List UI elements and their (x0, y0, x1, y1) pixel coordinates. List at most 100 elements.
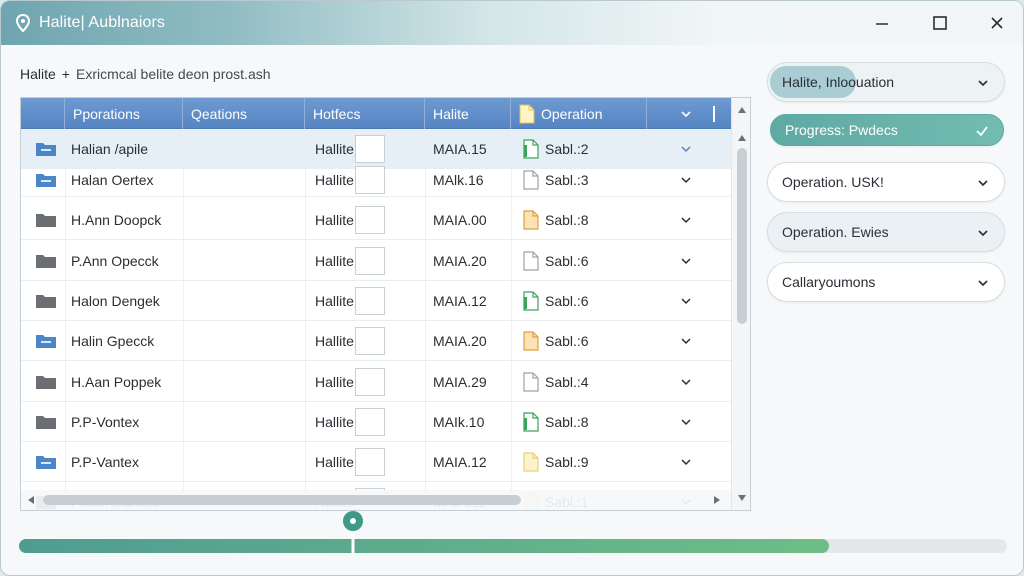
vertical-scroll-thumb[interactable] (737, 148, 747, 324)
chevron-down-icon (978, 80, 988, 87)
column-header-operation[interactable]: Operation (511, 98, 647, 129)
title-bar[interactable]: Halite| Aublnaiors (1, 1, 1023, 45)
column-header-halite[interactable]: Halite (425, 98, 511, 129)
breadcrumb-separator: + (61, 66, 70, 82)
document-icon (523, 452, 539, 472)
row-operation: Sabl.:3 (545, 172, 589, 188)
column-header-actions[interactable] (647, 98, 731, 129)
table-row[interactable]: Halon Dengek Hallite MAIA.12 Sabl.:6 (21, 281, 731, 321)
row-checkbox[interactable] (355, 247, 385, 275)
chevron-down-icon[interactable] (679, 415, 693, 429)
operation-usk-label: Operation. USK! (782, 174, 884, 190)
row-code: MAIA.12 (433, 454, 487, 470)
progress-dropdown-label: Progress: Pwdecs (785, 122, 898, 138)
folder-icon (36, 255, 56, 268)
document-icon (523, 210, 539, 230)
progress-bar[interactable] (19, 539, 1007, 553)
close-icon (991, 17, 1003, 29)
row-checkbox[interactable] (355, 327, 385, 355)
header-select-cell[interactable] (21, 98, 65, 129)
maximize-button[interactable] (925, 9, 955, 37)
column-header-pporations[interactable]: Pporations (65, 98, 183, 129)
document-icon (523, 412, 539, 432)
row-code: MAIk.10 (433, 414, 485, 430)
row-code: MAIA.20 (433, 253, 487, 269)
horizontal-scroll-thumb[interactable] (43, 495, 521, 505)
chevron-down-icon[interactable] (679, 455, 693, 469)
table-body: Halian /apile Hallite MAIA.15 Sabl.:2 Halan … (21, 129, 731, 510)
info-dropdown[interactable]: Halite, Inloouation (767, 62, 1005, 102)
chevron-down-icon[interactable] (679, 294, 693, 308)
row-checkbox[interactable] (355, 166, 385, 194)
row-operation: Sabl.:8 (545, 212, 589, 228)
chevron-down-icon[interactable] (679, 334, 693, 348)
table-row[interactable]: P.Ann Opecck Hallite MAIA.20 Sabl.:6 (21, 241, 731, 281)
operation-usk-dropdown[interactable]: Operation. USK! (767, 162, 1005, 202)
row-hallite: Hallite (315, 374, 354, 390)
location-pin-icon (15, 13, 31, 33)
minimize-icon (876, 23, 888, 25)
folder-icon (36, 295, 56, 308)
close-button[interactable] (982, 9, 1012, 37)
row-hallite: Hallite (315, 454, 354, 470)
document-icon (523, 251, 539, 271)
scroll-up-icon (738, 135, 746, 141)
scroll-right-icon (714, 496, 720, 504)
row-hallite: Hallite (315, 333, 354, 349)
document-icon (519, 104, 535, 123)
document-icon (523, 170, 539, 190)
column-header-qeations[interactable]: Qeations (183, 98, 305, 129)
row-hallite: Hallite (315, 293, 354, 309)
row-checkbox[interactable] (355, 368, 385, 396)
table-row[interactable]: Halin Gpecck Hallite MAIA.20 Sabl.:6 (21, 321, 731, 361)
callaryoumons-label: Callaryoumons (782, 274, 876, 290)
folder-icon (36, 456, 56, 469)
row-code: MAIA.12 (433, 293, 487, 309)
data-table: Pporations Qeations Hotfecs Halite Opera… (20, 97, 751, 511)
chevron-down-icon[interactable] (679, 142, 693, 156)
table-row[interactable]: Halan Oertex Hallite MAlk.16 Sabl.:3 (21, 163, 731, 197)
chevron-down-icon[interactable] (679, 375, 693, 389)
chevron-down-icon[interactable] (679, 173, 693, 187)
checkmark-icon (976, 126, 988, 137)
row-operation: Sabl.:9 (545, 454, 589, 470)
callaryoumons-dropdown[interactable]: Callaryoumons (767, 262, 1005, 302)
row-checkbox[interactable] (355, 448, 385, 476)
row-checkbox[interactable] (355, 287, 385, 315)
document-icon (523, 139, 539, 159)
row-checkbox[interactable] (355, 408, 385, 436)
map-pin-icon[interactable] (341, 509, 365, 553)
row-checkbox[interactable] (355, 135, 385, 163)
operation-envies-label: Operation. Ewies (782, 224, 889, 240)
table-row[interactable]: H.Ann Doopck Hallite MAIA.00 Sabl.:8 (21, 200, 731, 240)
chevron-down-icon (978, 180, 988, 187)
breadcrumb-root[interactable]: Halite (20, 66, 56, 82)
horizontal-scrollbar[interactable] (21, 490, 731, 510)
minimize-button[interactable] (867, 9, 897, 37)
row-hallite: Hallite (315, 172, 354, 188)
operation-envies-dropdown[interactable]: Operation. Ewies (767, 212, 1005, 252)
column-divider-icon (713, 105, 715, 122)
breadcrumb-description: Exricmcal belite deon prost.ash (75, 66, 271, 82)
table-row[interactable]: H.Aan Poppek Hallite MAIA.29 Sabl.:4 (21, 362, 731, 402)
row-operation: Sabl.:6 (545, 293, 589, 309)
row-code: MAIA.29 (433, 374, 487, 390)
row-name: H.Ann Doopck (71, 212, 162, 228)
row-code: MAIA.00 (433, 212, 487, 228)
document-icon (523, 331, 539, 351)
column-header-hotfecs[interactable]: Hotfecs (305, 98, 425, 129)
table-row[interactable]: P.P-Vontex Hallite MAIk.10 Sabl.:8 (21, 402, 731, 442)
window-title: Halite| Aublnaiors (39, 14, 166, 31)
folder-icon (36, 174, 56, 187)
row-name: H.Aan Poppek (71, 374, 162, 390)
row-name: Halan Oertex (71, 172, 154, 188)
progress-dropdown[interactable]: Progress: Pwdecs (770, 114, 1004, 146)
table-row[interactable]: P.P-Vantex Hallite MAIA.12 Sabl.:9 (21, 442, 731, 482)
chevron-down-icon[interactable] (679, 213, 693, 227)
row-checkbox[interactable] (355, 206, 385, 234)
vertical-scrollbar[interactable] (731, 98, 750, 510)
info-dropdown-label: Halite, Inloouation (782, 74, 895, 90)
row-name: Halon Dengek (71, 293, 160, 309)
scroll-up-icon (738, 107, 746, 113)
chevron-down-icon[interactable] (679, 254, 693, 268)
